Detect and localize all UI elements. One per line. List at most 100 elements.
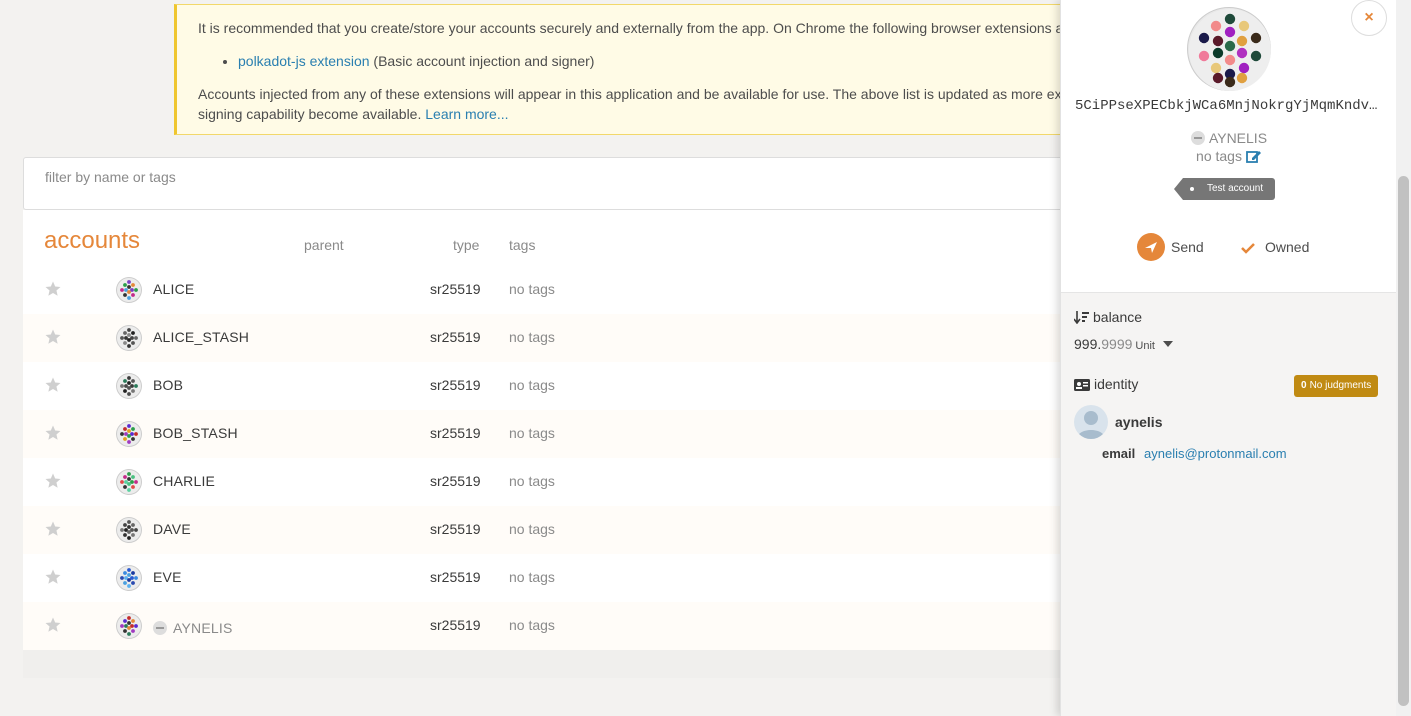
sort-icon — [1073, 311, 1089, 325]
table-row[interactable]: ALICE_STASH sr25519 no tags — [23, 314, 1083, 362]
account-address[interactable]: 5CiPPseXPECbkjWCa6MnjNokrgYjMqmKndv… — [1075, 98, 1385, 114]
column-header-tags: tags — [509, 237, 536, 253]
account-name[interactable]: ALICE_STASH — [153, 329, 249, 345]
identicon[interactable] — [116, 373, 142, 399]
account-type: sr25519 — [430, 329, 481, 345]
identicon[interactable] — [116, 325, 142, 351]
account-tags: no tags — [509, 377, 555, 393]
table-row[interactable]: BOB sr25519 no tags — [23, 362, 1083, 410]
send-icon — [1137, 233, 1165, 261]
table-row[interactable]: EVE sr25519 no tags — [23, 554, 1083, 602]
account-name[interactable]: AYNELIS — [153, 620, 233, 636]
star-icon[interactable] — [44, 568, 62, 586]
remove-icon — [153, 621, 167, 635]
accounts-title: accounts — [44, 227, 141, 254]
banner-text-1: It is recommended that you create/store … — [198, 20, 1073, 36]
identicon[interactable] — [116, 613, 142, 639]
learn-more-link[interactable]: Learn more... — [425, 106, 508, 122]
no-tags-label: no tags — [1196, 148, 1242, 164]
account-name-text: ALICE_STASH — [153, 329, 250, 345]
account-tags: no tags — [509, 617, 555, 633]
polkadot-js-extension-link[interactable]: polkadot-js extension — [238, 53, 370, 69]
identity-display-name: aynelis — [1115, 414, 1163, 430]
account-name[interactable]: AYNELIS — [1061, 130, 1397, 146]
account-name-text: CHARLIE — [153, 473, 216, 489]
account-type: sr25519 — [430, 425, 481, 441]
account-tags: no tags — [509, 473, 555, 489]
identity-section-label: identity — [1074, 376, 1138, 392]
account-name-text: EVE — [153, 569, 182, 585]
column-header-type: type — [453, 237, 480, 253]
account-tags: no tags — [509, 425, 555, 441]
extension-list: polkadot-js extension (Basic account inj… — [198, 51, 1051, 71]
accounts-table-header: accounts parent type tags — [23, 210, 1083, 266]
remove-icon — [1190, 131, 1205, 145]
sidebar-scrollbar[interactable] — [1396, 0, 1411, 716]
star-icon[interactable] — [44, 472, 62, 490]
table-row[interactable]: DAVE sr25519 no tags — [23, 506, 1083, 554]
account-name[interactable]: EVE — [153, 569, 182, 585]
account-name-text: DAVE — [153, 521, 191, 537]
balance-unit: Unit — [1135, 340, 1155, 352]
check-icon — [1241, 243, 1255, 254]
identity-label: identity — [1094, 376, 1139, 392]
banner-text-2: Accounts injected from any of these exte… — [198, 84, 1073, 124]
column-header-parent: parent — [304, 237, 344, 253]
account-name-text: AYNELIS — [173, 620, 233, 636]
owned-indicator: Owned — [1241, 239, 1309, 255]
scrollbar-thumb[interactable] — [1398, 176, 1409, 706]
account-name[interactable]: BOB — [153, 377, 183, 393]
judgments-label: No judgments — [1309, 380, 1372, 391]
account-name[interactable]: DAVE — [153, 521, 191, 537]
user-avatar-icon — [1074, 405, 1108, 439]
account-name-label: AYNELIS — [1208, 130, 1268, 146]
star-icon[interactable] — [44, 424, 62, 442]
account-name[interactable]: ALICE — [153, 281, 194, 297]
account-tags: no tags — [1061, 148, 1397, 164]
identicon[interactable] — [116, 277, 142, 303]
identicon[interactable] — [116, 421, 142, 447]
banner-text-2-body: Accounts injected from any of these exte… — [198, 86, 1073, 122]
identicon[interactable] — [116, 565, 142, 591]
account-type: sr25519 — [430, 521, 481, 537]
id-card-icon — [1074, 379, 1090, 391]
account-type: sr25519 — [430, 617, 481, 633]
account-sidebar: × 5CiPPseXPECbkjWCa6MnjNokrgYjMqmKndv… A… — [1060, 0, 1411, 716]
judgments-count: 0 — [1301, 380, 1307, 391]
account-name[interactable]: CHARLIE — [153, 473, 215, 489]
table-row[interactable]: CHARLIE sr25519 no tags — [23, 458, 1083, 506]
star-icon[interactable] — [44, 280, 62, 298]
table-row[interactable]: ALICE sr25519 no tags — [23, 266, 1083, 314]
close-icon[interactable]: × — [1351, 0, 1387, 36]
account-name[interactable]: BOB_STASH — [153, 425, 238, 441]
balance-value[interactable]: 999.9999 Unit — [1074, 336, 1173, 352]
star-icon[interactable] — [44, 328, 62, 346]
account-details: balance 999.9999 Unit identity 0 No judgme… — [1061, 292, 1397, 716]
extension-info-banner: It is recommended that you create/store … — [174, 4, 1074, 135]
extension-list-item: polkadot-js extension (Basic account inj… — [238, 51, 1051, 71]
identicon[interactable] — [116, 517, 142, 543]
balance-label: balance — [1093, 309, 1143, 325]
judgments-badge: 0 No judgments — [1294, 375, 1379, 397]
account-type: sr25519 — [430, 473, 481, 489]
filter-input[interactable] — [24, 158, 1082, 209]
account-type: sr25519 — [430, 281, 481, 297]
table-row[interactable]: BOB_STASH sr25519 no tags — [23, 410, 1083, 458]
account-identicon[interactable] — [1187, 7, 1271, 91]
star-icon[interactable] — [44, 376, 62, 394]
table-row[interactable]: AYNELIS sr25519 no tags — [23, 602, 1083, 650]
email-link[interactable]: aynelis@protonmail.com — [1144, 446, 1287, 461]
balance-decimals: 9999 — [1101, 336, 1133, 352]
edit-icon[interactable] — [1246, 149, 1262, 164]
caret-down-icon[interactable] — [1162, 341, 1173, 347]
send-label: Send — [1171, 239, 1204, 255]
balance-section-label: balance — [1073, 309, 1143, 325]
account-tags: no tags — [509, 569, 555, 585]
identicon[interactable] — [116, 469, 142, 495]
test-account-tag: Test account — [1173, 178, 1276, 200]
star-icon[interactable] — [44, 520, 62, 538]
star-icon[interactable] — [44, 616, 62, 634]
send-button[interactable]: Send — [1137, 233, 1204, 261]
account-tags: no tags — [509, 281, 555, 297]
accounts-table: accounts parent type tags ALICE sr25519 … — [23, 210, 1083, 678]
